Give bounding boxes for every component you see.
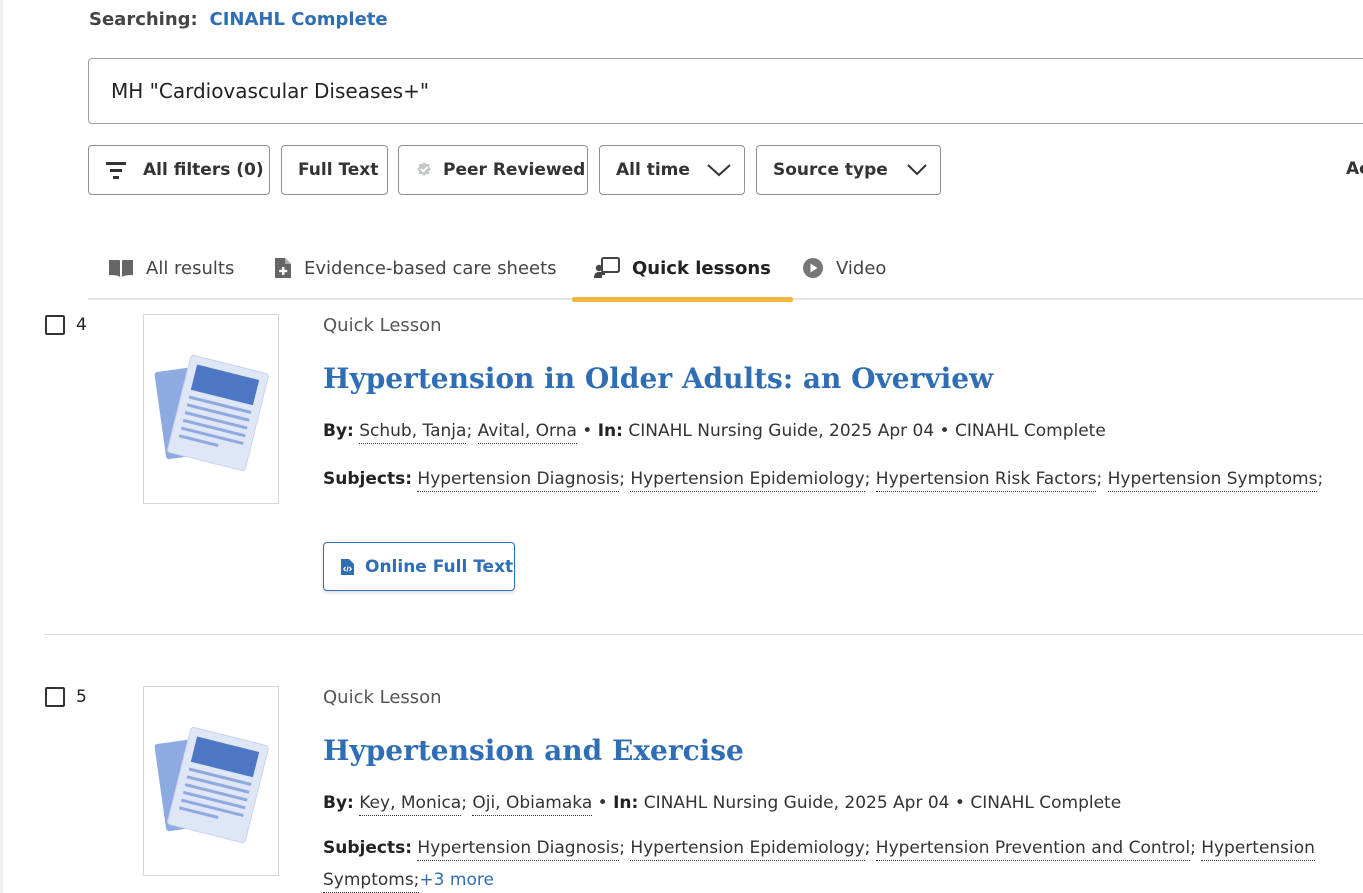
separator: ; (1317, 469, 1324, 489)
result-select-checkbox[interactable] (45, 315, 65, 335)
online-full-text-label: Online Full Text (365, 556, 514, 577)
result-title-link[interactable]: Hypertension and Exercise (323, 734, 744, 767)
full-text-button[interactable]: Full Text (281, 145, 388, 195)
by-label: By: (323, 793, 354, 813)
bullet-separator: • (939, 421, 950, 441)
author-link[interactable]: Schub, Tanja (359, 421, 467, 444)
result-number: 5 (76, 687, 87, 707)
tab-all-results-label: All results (146, 257, 235, 279)
separator: ; (619, 469, 625, 489)
source-publication: CINAHL Nursing Guide, 2025 Apr 04 (643, 793, 950, 813)
peer-reviewed-button[interactable]: Peer Reviewed (398, 145, 588, 195)
document-icon (154, 726, 269, 844)
online-full-text-button[interactable]: Online Full Text (323, 542, 515, 591)
database-link[interactable]: CINAHL Complete (209, 9, 387, 30)
subject-link[interactable]: Hypertension Prevention and Control (875, 838, 1191, 861)
tab-all-results[interactable]: All results (108, 236, 234, 300)
result-byline: By: Schub, Tanja; Avital, Orna • In: CIN… (323, 421, 1106, 444)
tab-evidence-label: Evidence-based care sheets (304, 257, 557, 279)
subject-link[interactable]: Hypertension Risk Factors (875, 469, 1097, 492)
result-select-checkbox[interactable] (45, 687, 65, 707)
advanced-link[interactable]: Ac (1346, 159, 1363, 179)
more-subjects-link[interactable]: +3 more (419, 870, 494, 890)
document-thumbnail[interactable] (143, 686, 279, 876)
separator: ; (466, 421, 473, 441)
result-subjects-continued: Symptoms;+3 more (323, 870, 494, 893)
subject-link[interactable]: Hypertension (1201, 838, 1315, 861)
source-database: CINAHL Complete (954, 421, 1106, 441)
author-link[interactable]: Key, Monica (359, 793, 462, 816)
source-database: CINAHL Complete (970, 793, 1122, 813)
result-byline: By: Key, Monica; Oji, Obiamaka • In: CIN… (323, 793, 1122, 816)
subject-link[interactable]: Hypertension Symptoms (1107, 469, 1318, 492)
in-label: In: (597, 421, 623, 441)
in-label: In: (613, 793, 639, 813)
all-filters-button[interactable]: All filters (0) (88, 145, 270, 195)
peer-reviewed-badge-icon (417, 162, 431, 176)
tab-evidence-based-care-sheets[interactable]: Evidence-based care sheets (274, 236, 557, 300)
subjects-label: Subjects: (323, 469, 412, 489)
document-type: Quick Lesson (323, 687, 442, 708)
subject-link[interactable]: Hypertension Epidemiology (630, 838, 865, 861)
separator: ; (864, 469, 871, 489)
subject-link[interactable]: Symptoms; (323, 870, 420, 893)
searching-label: Searching: (89, 9, 198, 30)
result-subjects: Subjects: Hypertension Diagnosis; Hypert… (323, 838, 1315, 861)
all-time-label: All time (616, 160, 690, 180)
separator: ; (619, 838, 625, 858)
source-type-label: Source type (773, 160, 888, 180)
result-subjects: Subjects: Hypertension Diagnosis; Hypert… (323, 469, 1324, 492)
result-divider (44, 634, 1363, 635)
bullet-separator: • (582, 421, 593, 441)
filter-icon (106, 162, 126, 179)
separator: ; (864, 838, 871, 858)
result-title-link[interactable]: Hypertension in Older Adults: an Overvie… (323, 362, 993, 395)
tab-quick-lessons-label: Quick lessons (632, 257, 771, 279)
author-link[interactable]: Avital, Orna (477, 421, 577, 444)
tab-quick-lessons[interactable]: Quick lessons (572, 236, 793, 302)
result-type-tabs: All results Evidence-based care sheets Q… (88, 236, 1363, 302)
peer-reviewed-label: Peer Reviewed (443, 160, 586, 180)
document-icon (154, 354, 269, 472)
document-thumbnail[interactable] (143, 314, 279, 504)
subject-link[interactable]: Hypertension Epidemiology (630, 469, 865, 492)
separator: ; (1096, 469, 1103, 489)
book-open-icon (108, 258, 134, 278)
searching-line: Searching: CINAHL Complete (89, 9, 388, 30)
html-document-icon (341, 558, 354, 575)
subjects-label: Subjects: (323, 838, 412, 858)
full-text-label: Full Text (298, 160, 379, 180)
tab-video[interactable]: Video (802, 236, 886, 300)
search-input[interactable] (111, 75, 1111, 107)
play-circle-icon (802, 257, 824, 279)
subject-link[interactable]: Hypertension Diagnosis (417, 838, 620, 861)
all-time-dropdown[interactable]: All time (599, 145, 745, 195)
tab-video-label: Video (836, 257, 887, 279)
subject-link[interactable]: Hypertension Diagnosis (417, 469, 620, 492)
document-type: Quick Lesson (323, 315, 442, 336)
chevron-down-icon (907, 164, 927, 176)
separator: ; (461, 793, 467, 813)
document-plus-icon (274, 257, 292, 279)
result-number: 4 (76, 315, 87, 335)
by-label: By: (323, 421, 354, 441)
author-link[interactable]: Oji, Obiamaka (472, 793, 593, 816)
bullet-separator: • (597, 793, 608, 813)
search-box[interactable] (88, 58, 1363, 124)
separator: ; (1190, 838, 1196, 858)
all-filters-label: All filters (0) (143, 160, 264, 180)
bullet-separator: • (954, 793, 965, 813)
source-type-dropdown[interactable]: Source type (756, 145, 941, 195)
chevron-down-icon (707, 164, 731, 177)
presentation-icon (594, 257, 620, 279)
source-publication: CINAHL Nursing Guide, 2025 Apr 04 (628, 421, 935, 441)
page-left-edge (0, 0, 3, 893)
